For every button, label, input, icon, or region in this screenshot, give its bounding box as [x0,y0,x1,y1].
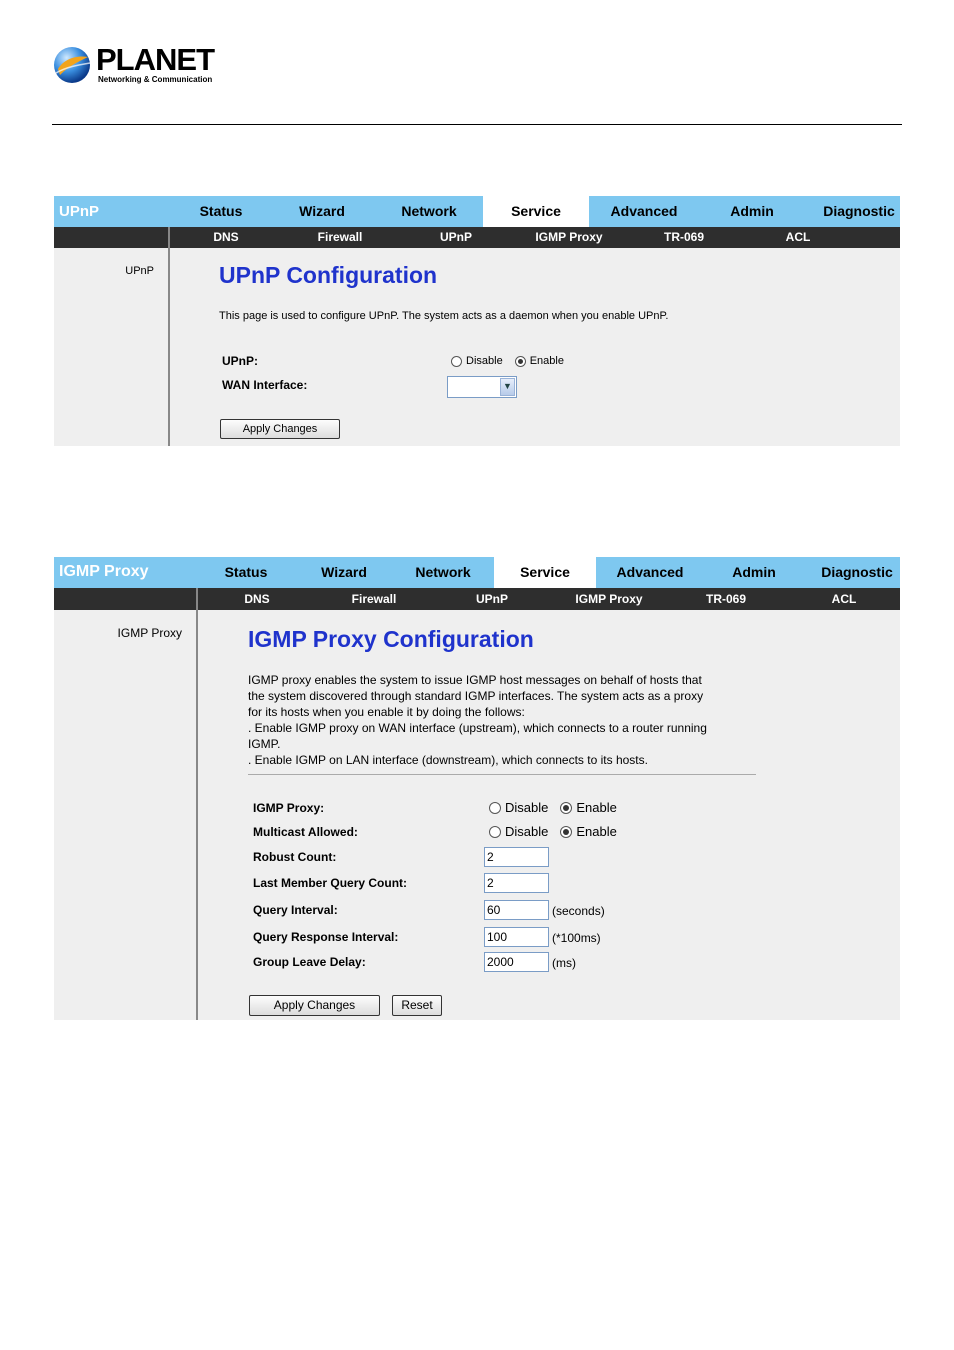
subbar-divider [196,588,198,610]
subtab-upnp[interactable]: UPnP [416,227,496,248]
description-line: for its hosts when you enable it by doin… [248,705,525,719]
tab-admin[interactable]: Admin [699,196,805,227]
group-leave-delay-unit: (ms) [552,956,576,970]
description-line: IGMP proxy enables the system to issue I… [248,673,702,687]
description-line: IGMP. [248,737,281,751]
brand-name: PLANET [96,42,215,77]
subbar-divider [168,227,170,248]
tab-advanced[interactable]: Advanced [589,196,699,227]
tab-diagnostic[interactable]: Diagnostic [805,196,913,227]
tab-status[interactable]: Status [196,557,296,588]
sub-nav-bar: DNS Firewall UPnP IGMP Proxy TR-069 ACL [54,588,900,610]
subtab-dns[interactable]: DNS [217,588,297,610]
group-leave-delay-label: Group Leave Delay: [253,955,366,969]
tab-wizard[interactable]: Wizard [274,196,370,227]
page-description: This page is used to configure UPnP. The… [219,310,669,322]
multicast-allowed-label: Multicast Allowed: [253,825,358,839]
query-interval-input[interactable]: 60 [484,900,549,920]
disable-label: Disable [505,800,549,815]
tab-network[interactable]: Network [392,557,494,588]
upnp-disable-radio[interactable] [451,355,462,367]
igmp-proxy-enable-radio[interactable] [560,801,573,814]
last-member-query-count-label: Last Member Query Count: [253,876,408,890]
wan-interface-label: WAN Interface: [222,378,308,392]
tab-admin[interactable]: Admin [704,557,804,588]
tab-status[interactable]: Status [168,196,274,227]
igmp-proxy-disable-radio[interactable] [489,801,501,814]
multicast-disable-radio[interactable] [489,825,501,838]
apply-changes-button[interactable]: Apply Changes [249,995,380,1016]
subtab-tr069[interactable]: TR-069 [644,227,724,248]
left-nav: IGMP Proxy [54,610,198,1020]
globe-icon [54,47,91,83]
robust-count-input[interactable]: 2 [484,847,549,867]
igmp-proxy-label: IGMP Proxy: [253,801,325,815]
group-leave-delay-input[interactable]: 2000 [484,952,549,972]
robust-count-label: Robust Count: [253,850,337,864]
left-nav-item-igmp-proxy[interactable]: IGMP Proxy [118,626,182,640]
page-title: UPnP Configuration [219,262,438,288]
disable-label: Disable [466,355,503,367]
upnp-enable-radio[interactable] [514,355,526,367]
tab-service[interactable]: Service [494,557,596,588]
last-member-query-count-input[interactable]: 2 [484,873,549,893]
wan-interface-select[interactable]: ▼ [447,376,517,398]
subtab-tr069[interactable]: TR-069 [686,588,766,610]
planet-logo: PLANET Networking & Communication [52,44,222,88]
chevron-down-icon[interactable]: ▼ [500,378,515,396]
section-divider [248,774,756,775]
section-title: IGMP Proxy [59,563,149,580]
description-line: the system discovered through standard I… [248,689,704,703]
subtab-upnp[interactable]: UPnP [452,588,532,610]
query-response-interval-input[interactable]: 100 [484,927,549,947]
igmp-proxy-radio-group: Disable Enable [489,800,629,815]
description-line: . Enable IGMP proxy on WAN interface (up… [248,721,707,735]
subtab-igmp-proxy[interactable]: IGMP Proxy [564,588,654,610]
left-nav: UPnP [54,248,170,446]
page-title: IGMP Proxy Configuration [248,626,534,652]
section-title: UPnP [59,203,100,220]
query-response-interval-unit: (*100ms) [552,931,601,945]
left-nav-item-upnp[interactable]: UPnP [125,265,154,277]
description-line: . Enable IGMP on LAN interface (downstre… [248,753,648,767]
enable-label: Enable [576,800,617,815]
brand-tagline: Networking & Communication [98,75,213,84]
subtab-dns[interactable]: DNS [186,227,266,248]
subtab-firewall[interactable]: Firewall [334,588,414,610]
subtab-firewall[interactable]: Firewall [300,227,380,248]
top-nav-bar: UPnP Status Wizard Network Service Advan… [54,196,900,227]
apply-changes-button[interactable]: Apply Changes [220,419,340,439]
header-divider [52,124,902,125]
upnp-radio-group: Disable Enable [451,355,576,367]
tab-advanced[interactable]: Advanced [596,557,704,588]
query-interval-label: Query Interval: [253,903,338,917]
subtab-acl[interactable]: ACL [804,588,884,610]
tab-wizard[interactable]: Wizard [296,557,392,588]
query-interval-unit: (seconds) [552,904,605,918]
igmp-proxy-panel: IGMP Proxy Status Wizard Network Service… [54,557,900,1020]
enable-label: Enable [576,824,617,839]
tab-service[interactable]: Service [483,196,589,227]
multicast-enable-radio[interactable] [560,825,573,838]
page-description: IGMP proxy enables the system to issue I… [248,672,768,768]
page-body: UPnP UPnP Configuration This page is use… [54,248,900,446]
sub-nav-bar: DNS Firewall UPnP IGMP Proxy TR-069 ACL [54,227,900,248]
disable-label: Disable [505,824,549,839]
upnp-label: UPnP: [222,354,258,368]
subtab-acl[interactable]: ACL [758,227,838,248]
multicast-radio-group: Disable Enable [489,824,629,839]
top-nav-bar: IGMP Proxy Status Wizard Network Service… [54,557,900,588]
reset-button[interactable]: Reset [392,995,442,1016]
page-body: IGMP Proxy IGMP Proxy Configuration IGMP… [54,610,900,1020]
tab-diagnostic[interactable]: Diagnostic [804,557,910,588]
subtab-igmp-proxy[interactable]: IGMP Proxy [524,227,614,248]
tab-network[interactable]: Network [370,196,488,227]
enable-label: Enable [529,355,564,367]
upnp-panel: UPnP Status Wizard Network Service Advan… [54,196,900,446]
query-response-interval-label: Query Response Interval: [253,930,399,944]
